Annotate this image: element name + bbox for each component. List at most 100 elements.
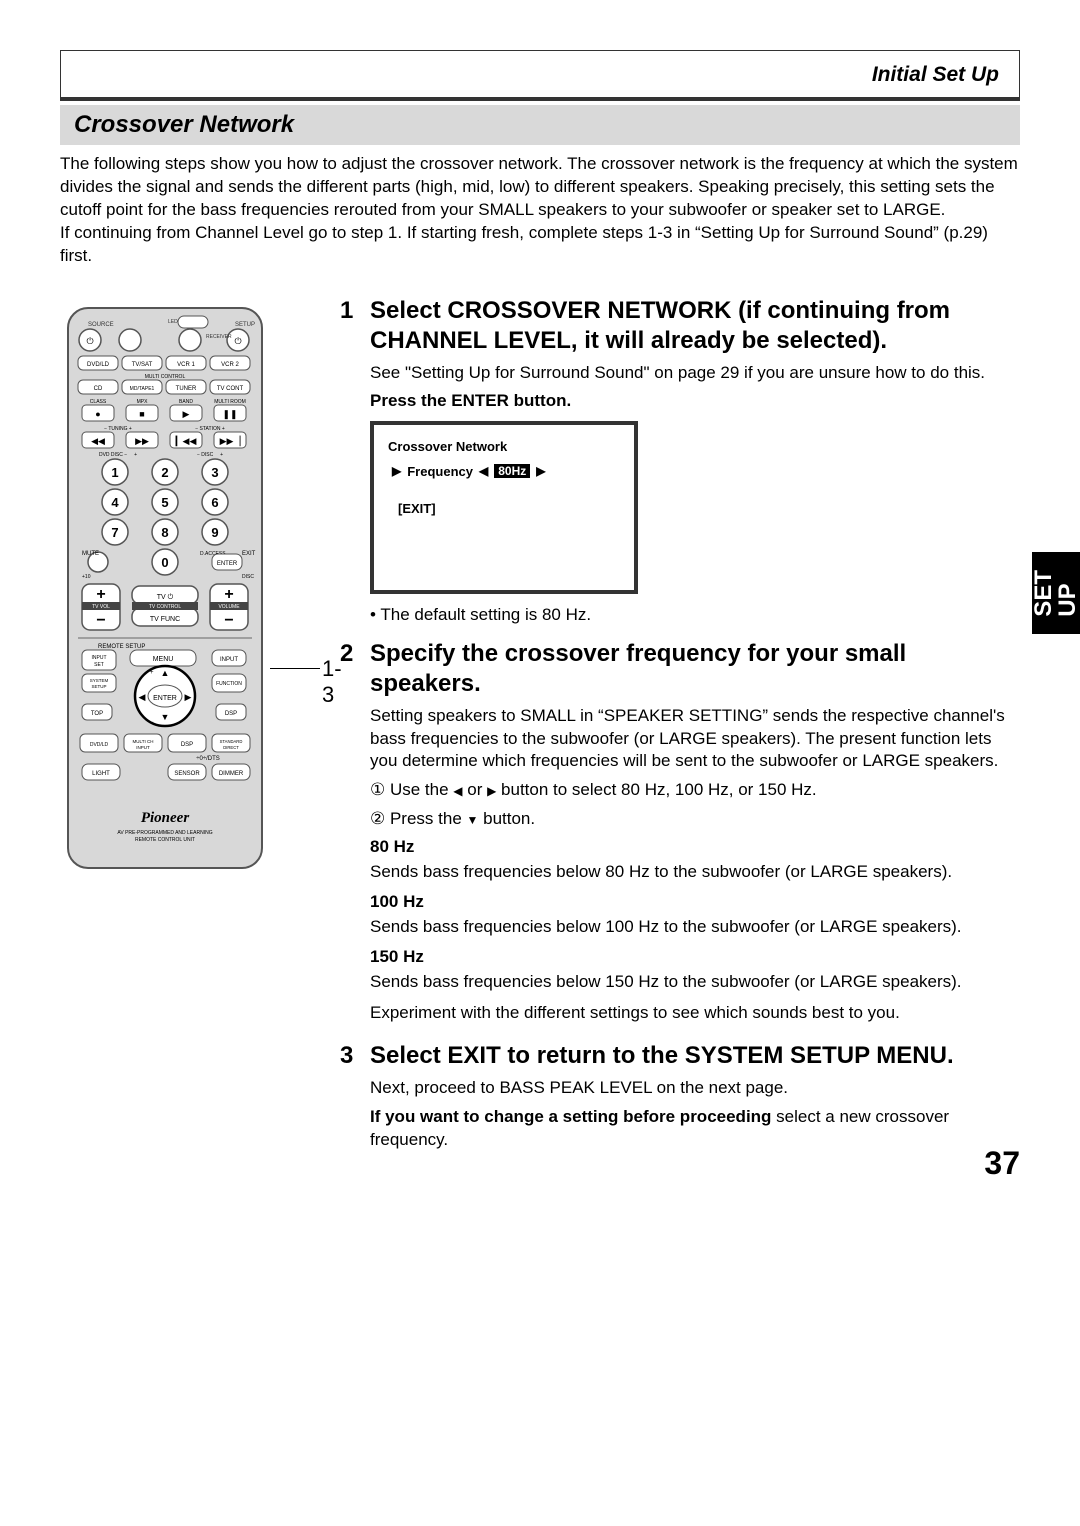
svg-text:INPUT: INPUT xyxy=(220,657,238,663)
svg-text:TV ⏻: TV ⏻ xyxy=(157,593,174,601)
svg-text:− STATION +: − STATION + xyxy=(195,426,225,432)
freq-80-heading: 80 Hz xyxy=(370,837,1010,857)
svg-text:DISC: DISC xyxy=(242,574,254,580)
svg-text:MULTI CH: MULTI CH xyxy=(133,739,154,744)
side-tab: SETUP xyxy=(1032,552,1080,634)
remote-illustration: SOURCE SETUP LED ⏻ ⏻ RECEIVER DVD/LD T xyxy=(60,306,320,876)
svg-text:MULTI ROOM: MULTI ROOM xyxy=(214,399,246,405)
svg-text:ENTER: ENTER xyxy=(217,561,238,567)
svg-text:SYSTEM: SYSTEM xyxy=(90,678,109,683)
osd-title: Crossover Network xyxy=(388,439,620,454)
svg-text:3: 3 xyxy=(211,465,218,480)
step-2-title: Specify the crossover frequency for your… xyxy=(370,639,1010,699)
svg-text:RECEIVER: RECEIVER xyxy=(206,334,232,340)
step-2-sub2: ② Press the ▼ button. xyxy=(370,808,1010,831)
svg-text:2: 2 xyxy=(161,465,168,480)
svg-text:REMOTE SETUP: REMOTE SETUP xyxy=(98,644,145,650)
freq-100-body: Sends bass frequencies below 100 Hz to t… xyxy=(370,916,1010,939)
svg-text:MENU: MENU xyxy=(153,656,174,663)
svg-text:TUNER: TUNER xyxy=(176,386,197,392)
step-2-number: 2 xyxy=(340,639,360,1031)
freq-80-body: Sends bass frequencies below 80 Hz to th… xyxy=(370,861,1010,884)
svg-text:⏻: ⏻ xyxy=(86,336,93,346)
svg-text:9: 9 xyxy=(211,525,218,540)
svg-text:▶▶: ▶▶ xyxy=(135,436,149,446)
svg-text:▲: ▲ xyxy=(161,668,170,678)
svg-text:▶▶▕: ▶▶▕ xyxy=(220,435,241,447)
step-3-number: 3 xyxy=(340,1041,360,1158)
svg-text:◀◀: ◀◀ xyxy=(91,436,105,446)
svg-text:+: + xyxy=(150,670,154,676)
svg-text:TV VOL: TV VOL xyxy=(92,604,110,610)
svg-text:DIMMER: DIMMER xyxy=(219,771,244,777)
step-2-experiment: Experiment with the different settings t… xyxy=(370,1002,1010,1025)
svg-text:MD/TAPE1: MD/TAPE1 xyxy=(130,386,155,392)
svg-text:▎◀◀: ▎◀◀ xyxy=(175,435,197,447)
svg-text:6: 6 xyxy=(211,495,218,510)
svg-text:INPUT: INPUT xyxy=(136,745,150,750)
section-title-bar: Crossover Network xyxy=(60,105,1020,145)
step-3-body: Next, proceed to BASS PEAK LEVEL on the … xyxy=(370,1077,1010,1100)
svg-text:5: 5 xyxy=(161,495,168,510)
svg-text:4: 4 xyxy=(111,495,119,510)
svg-text:■: ■ xyxy=(139,409,144,419)
svg-text:+: + xyxy=(224,586,233,603)
step-2: 2 Specify the crossover frequency for yo… xyxy=(340,639,1010,1031)
svg-text:÷0÷/DTS: ÷0÷/DTS xyxy=(196,756,220,762)
svg-text:SET: SET xyxy=(94,662,104,668)
freq-100-heading: 100 Hz xyxy=(370,892,1010,912)
svg-text:⏻: ⏻ xyxy=(234,336,241,346)
remote-svg: SOURCE SETUP LED ⏻ ⏻ RECEIVER DVD/LD T xyxy=(60,306,270,876)
section-title: Crossover Network xyxy=(74,111,294,138)
svg-text:+: + xyxy=(96,586,105,603)
osd-row-label: Frequency xyxy=(407,464,473,479)
svg-text:DVD DISC − +: DVD DISC − + xyxy=(99,452,137,458)
cursor-right-icon: ▶ xyxy=(392,465,401,477)
svg-text:CLASS: CLASS xyxy=(90,399,107,405)
svg-text:❚❚: ❚❚ xyxy=(222,409,237,420)
svg-text:DVD/LD: DVD/LD xyxy=(90,742,109,748)
svg-text:▼: ▼ xyxy=(161,712,170,722)
callout-leader-line xyxy=(270,668,320,669)
svg-text:MPX: MPX xyxy=(137,399,149,405)
svg-text:●: ● xyxy=(95,409,100,419)
right-cursor-icon: ▶ xyxy=(487,785,496,797)
svg-text:7: 7 xyxy=(111,525,118,540)
svg-text:BAND: BAND xyxy=(179,399,193,405)
svg-text:−: − xyxy=(224,612,233,629)
svg-text:LIGHT: LIGHT xyxy=(92,771,110,777)
svg-text:− DISC +: − DISC + xyxy=(197,452,223,458)
svg-text:TV FUNC: TV FUNC xyxy=(150,616,180,623)
svg-text:SETUP: SETUP xyxy=(91,684,106,689)
svg-text:LED: LED xyxy=(168,319,178,325)
step-2-body: Setting speakers to SMALL in “SPEAKER SE… xyxy=(370,705,1010,774)
page-number: 37 xyxy=(984,1145,1020,1182)
svg-text:8: 8 xyxy=(161,525,168,540)
svg-text:DVD/LD: DVD/LD xyxy=(87,362,110,368)
step-3-ifchange: If you want to change a setting before p… xyxy=(370,1106,1010,1152)
svg-text:0: 0 xyxy=(161,555,168,570)
step-3: 3 Select EXIT to return to the SYSTEM SE… xyxy=(340,1041,1010,1158)
intro-paragraph: The following steps show you how to adju… xyxy=(60,153,1020,268)
svg-text:−: − xyxy=(150,720,154,726)
svg-text:AV PRE-PROGRAMMED AND LEARNING: AV PRE-PROGRAMMED AND LEARNING xyxy=(117,830,212,836)
right-arrow-icon: ▶ xyxy=(536,465,545,477)
svg-text:VCR 2: VCR 2 xyxy=(221,362,239,368)
svg-text:TV CONTROL: TV CONTROL xyxy=(149,604,181,610)
svg-text:DIRECT: DIRECT xyxy=(223,745,239,750)
freq-150-body: Sends bass frequencies below 150 Hz to t… xyxy=(370,971,1010,994)
osd-frequency-row: ▶ Frequency ◀80Hz▶ xyxy=(388,464,620,479)
svg-text:ENTER: ENTER xyxy=(153,695,177,702)
svg-text:− TUNING +: − TUNING + xyxy=(104,426,132,432)
svg-text:Pioneer: Pioneer xyxy=(141,810,189,826)
callout-label: 1-3 xyxy=(322,656,342,708)
svg-text:VCR 1: VCR 1 xyxy=(177,362,195,368)
step-1-body: See "Setting Up for Surround Sound" on p… xyxy=(370,362,1010,385)
svg-text:MUTE: MUTE xyxy=(82,551,99,557)
left-cursor-icon: ◀ xyxy=(453,785,462,797)
svg-text:TV CONT: TV CONT xyxy=(217,386,244,392)
svg-text:EXIT: EXIT xyxy=(242,551,256,557)
svg-text:1: 1 xyxy=(111,465,118,480)
svg-text:SENSOR: SENSOR xyxy=(174,771,200,777)
svg-text:DSP: DSP xyxy=(181,742,193,748)
